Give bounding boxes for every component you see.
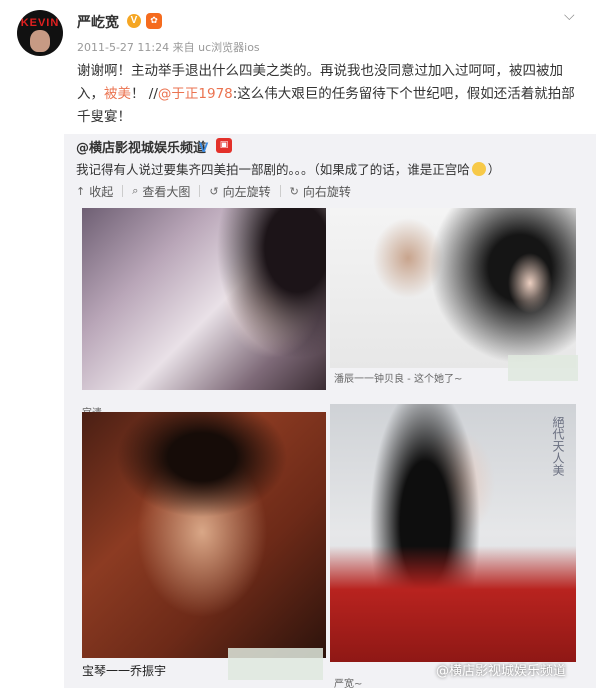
post-time[interactable]: 2011-5-27 11:24 [77,41,169,54]
avatar[interactable]: KEVIN [17,10,63,56]
calligraphy-text: 絕代天人美 [551,416,565,476]
divider [122,185,124,197]
rotate-left-button[interactable]: ↺ 向左旋转 [209,182,270,200]
photo-hair [82,208,326,390]
smiley-icon [471,162,486,176]
post-source: 来自 uc浏览器ios [172,41,260,54]
mention-link[interactable]: @于正1978 [158,86,233,102]
post-text-part: ！ // [131,86,158,102]
rotate-right-button[interactable]: ↻ 向右旋转 [290,182,351,200]
search-icon: ⌕ [132,184,139,197]
blur-patch [508,355,578,381]
arrow-up-icon: ↑ [76,184,86,198]
medal-icon: ▣ [216,138,232,153]
photo-face [330,208,576,368]
divider [279,185,281,197]
author-name[interactable]: 严屹宽 [77,12,119,32]
hot-word[interactable]: 被美 [104,86,131,102]
chevron-down-icon[interactable]: ⌵ [564,8,575,24]
caption-bottom-right: 严宽~ [334,679,363,688]
verified-icon: V [199,139,209,155]
blur-patch [228,648,323,680]
divider [199,185,201,197]
watermark: @横店影视城娱乐频道 [436,664,567,679]
image-top-right[interactable] [330,208,576,368]
collapse-label: 收起 [89,184,114,199]
rotate-left-icon: ↺ [209,184,219,198]
image-bottom-left[interactable] [82,412,326,658]
photo-robe [330,404,576,662]
rotate-right-label: 向右旋转 [302,184,351,199]
verified-icon: V [127,14,141,28]
caption-top-right: 潘辰一一钟贝良 - 这个她了~ [334,374,463,385]
rotate-left-label: 向左旋转 [222,184,271,199]
caption-bottom-left: 宝琴一一乔振宇 [82,664,167,678]
view-large-button[interactable]: ⌕ 查看大图 [132,182,190,200]
image-toolbar: ↑ 收起 ⌕ 查看大图 ↺ 向左旋转 ↻ 向右旋转 [76,182,351,200]
repost-source-name[interactable]: @横店影视城娱乐频道 [76,137,206,156]
view-large-label: 查看大图 [142,184,191,199]
image-top-left[interactable] [82,208,326,390]
repost-text-main: 我记得有人说过要集齐四美拍一部剧的。。。（如果成了的话，谁是正宫哈 [76,162,470,177]
rotate-right-icon: ↻ [289,184,299,198]
photo-hair [82,412,326,658]
collapse-button[interactable]: ↑ 收起 [76,182,113,200]
avatar-face [30,30,50,52]
post-text: 谢谢啊！主动举手退出什么四美之类的。再说我也没同意过加入过呵呵，被四被加入，被美… [77,60,583,129]
image-bottom-right[interactable]: 絕代天人美 [330,404,576,662]
repost-text-end: ） [487,162,501,177]
medal-icon: ✿ [146,13,162,29]
post-meta: 2011-5-27 11:24 来自 uc浏览器ios [77,39,260,55]
repost-text: 我记得有人说过要集齐四美拍一部剧的。。。（如果成了的话，谁是正宫哈 ） [76,159,500,178]
avatar-logo: KEVIN [20,17,60,29]
